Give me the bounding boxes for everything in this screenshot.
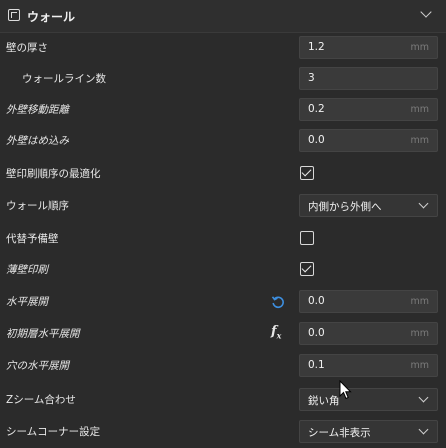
field-value: 3	[308, 72, 315, 84]
field-unit: mm	[410, 104, 429, 115]
field-value: 1.2	[308, 41, 325, 53]
seam-corner-preference-dropdown[interactable]: シーム非表示	[299, 420, 438, 443]
setting-row-seam-corner-preference: シームコーナー設定 シーム非表示	[0, 416, 446, 448]
initial-layer-horizontal-expansion-input[interactable]: 0.0 mm	[299, 322, 438, 345]
optimize-wall-order-checkbox[interactable]	[300, 166, 314, 180]
field-unit: mm	[410, 296, 429, 307]
field-unit: mm	[410, 328, 429, 339]
wall-thickness-input[interactable]: 1.2 mm	[299, 36, 438, 59]
field-unit: mm	[410, 42, 429, 53]
field-value: 0.0	[308, 134, 325, 146]
setting-row-optimize-wall-order: 壁印刷順序の最適化	[0, 158, 446, 190]
field-value: 0.1	[308, 359, 325, 371]
setting-label: シームコーナー設定	[6, 426, 101, 438]
horizontal-expansion-input[interactable]: 0.0 mm	[299, 290, 438, 313]
wall-line-count-input[interactable]: 3	[299, 67, 438, 90]
chevron-down-icon	[418, 424, 429, 435]
chevron-down-icon	[418, 198, 429, 209]
setting-label: 代替予備壁	[6, 233, 59, 245]
setting-row-alternate-extra-wall: 代替予備壁	[0, 223, 446, 255]
field-unit: mm	[410, 135, 429, 146]
setting-label: 壁印刷順序の最適化	[6, 168, 101, 180]
setting-row-z-seam-alignment: Zシーム合わせ 鋭い角	[0, 384, 446, 416]
setting-label: ウォール順序	[6, 200, 69, 212]
reset-icon[interactable]	[271, 295, 285, 309]
mouse-pointer-icon	[339, 380, 352, 400]
print-thin-walls-checkbox[interactable]	[300, 262, 314, 276]
section-title: ウォール	[27, 10, 76, 24]
dropdown-value: シーム非表示	[308, 427, 371, 439]
setting-label: 薄壁印刷	[6, 264, 48, 276]
setting-label: 穴の水平展開	[6, 360, 69, 372]
hole-horizontal-expansion-input[interactable]: 0.1 mm	[299, 354, 438, 377]
outer-wall-wipe-input[interactable]: 0.2 mm	[299, 98, 438, 121]
setting-label: 外壁はめ込み	[6, 135, 69, 147]
setting-row-outer-wall-inset: 外壁はめ込み 0.0 mm	[0, 125, 446, 157]
setting-row-horizontal-expansion: 水平展開 0.0 mm	[0, 286, 446, 318]
setting-label: 外壁移動距離	[6, 104, 69, 116]
setting-row-wall-line-count: ウォールライン数 3	[0, 63, 446, 95]
dropdown-value: 鋭い角	[308, 395, 340, 407]
dropdown-value: 内側から外側へ	[308, 201, 382, 213]
setting-label: ウォールライン数	[22, 73, 106, 85]
wall-order-dropdown[interactable]: 内側から外側へ	[299, 194, 438, 217]
alternate-extra-wall-checkbox[interactable]	[300, 231, 314, 245]
setting-label: 壁の厚さ	[6, 42, 48, 54]
z-seam-alignment-dropdown[interactable]: 鋭い角	[299, 388, 438, 411]
setting-row-hole-horizontal-expansion: 穴の水平展開 0.1 mm	[0, 350, 446, 382]
setting-row-outer-wall-wipe: 外壁移動距離 0.2 mm	[0, 94, 446, 126]
setting-label: 初期層水平展開	[6, 328, 80, 340]
field-value: 0.0	[308, 295, 325, 307]
setting-label: 水平展開	[6, 296, 48, 308]
wall-settings-panel: ウォール 壁の厚さ 1.2 mm ウォールライン数 3 外壁移動距離 0.2 m…	[0, 0, 446, 448]
setting-row-wall-thickness: 壁の厚さ 1.2 mm	[0, 32, 446, 64]
field-value: 0.2	[308, 103, 325, 115]
setting-row-wall-order: ウォール順序 内側から外側へ	[0, 190, 446, 222]
field-value: 0.0	[308, 327, 325, 339]
chevron-down-icon	[418, 392, 429, 403]
setting-row-print-thin-walls: 薄壁印刷	[0, 254, 446, 286]
setting-row-initial-layer-horizontal-expansion: 初期層水平展開 fx 0.0 mm	[0, 318, 446, 350]
wall-settings-icon	[8, 9, 20, 21]
fx-icon[interactable]: fx	[271, 324, 281, 341]
chevron-down-icon[interactable]	[420, 7, 434, 21]
section-header[interactable]: ウォール	[0, 0, 446, 33]
field-unit: mm	[410, 360, 429, 371]
outer-wall-inset-input[interactable]: 0.0 mm	[299, 129, 438, 152]
setting-label: Zシーム合わせ	[6, 394, 76, 406]
